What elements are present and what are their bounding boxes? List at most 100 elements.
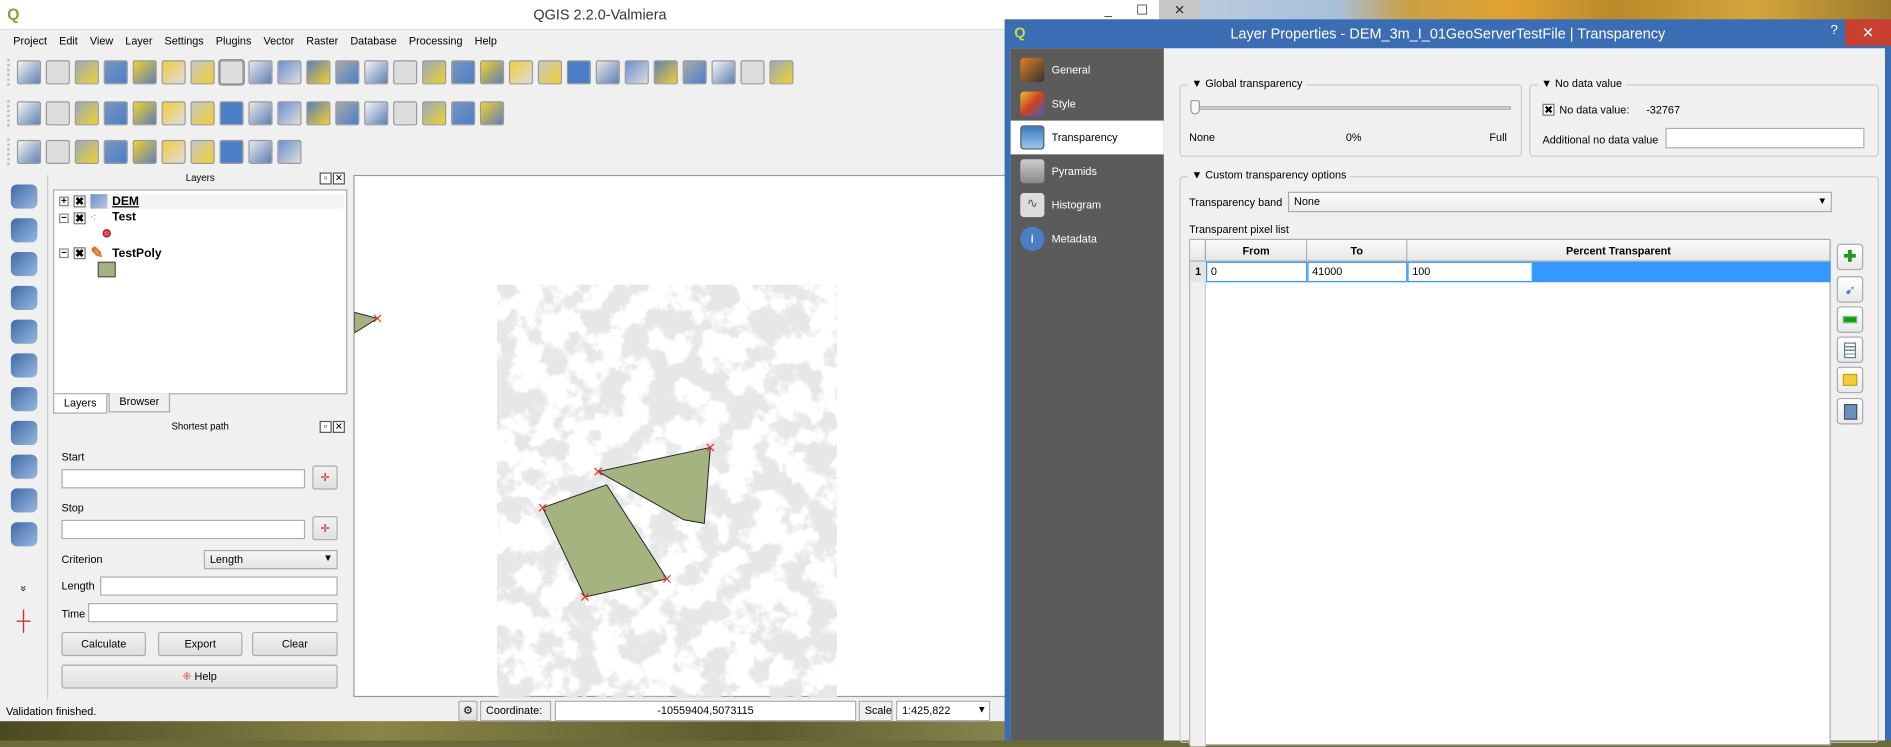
tab-browser[interactable]: Browser xyxy=(108,393,171,413)
criterion-select[interactable]: Length ▼ xyxy=(203,549,338,570)
new-spatialite-layer-icon[interactable] xyxy=(45,139,70,165)
toolbar-grip[interactable] xyxy=(7,138,12,166)
help-button[interactable]: ⁜ Help xyxy=(61,664,338,689)
render-toggle-button[interactable]: ⚙ xyxy=(458,700,478,722)
toolbar-grip[interactable] xyxy=(7,59,12,86)
add-mssql-layer-icon[interactable] xyxy=(10,319,37,344)
sidebar-item-metadata[interactable]: i Metadata xyxy=(1011,222,1164,256)
zoom-native-icon[interactable] xyxy=(335,60,360,85)
close-panel-icon[interactable]: ✕ xyxy=(332,420,345,433)
menu-database[interactable]: Database xyxy=(344,31,403,53)
add-delimited-layer-icon[interactable] xyxy=(16,139,42,165)
add-spatialite-layer-icon[interactable] xyxy=(10,285,37,310)
deselect-icon[interactable] xyxy=(624,60,649,85)
touch-zoom-icon[interactable] xyxy=(190,60,215,85)
dialog-close-button[interactable]: ✕ xyxy=(1845,19,1891,46)
move-label-icon[interactable] xyxy=(422,101,447,126)
stop-input[interactable] xyxy=(61,519,306,540)
toggle-editing-icon[interactable] xyxy=(16,101,42,126)
add-delimited-text-layer-icon[interactable] xyxy=(10,522,37,547)
copy-features-icon[interactable] xyxy=(248,101,273,126)
capture-stop-button[interactable]: ✛ xyxy=(312,516,338,541)
additional-no-data-input[interactable] xyxy=(1665,127,1865,149)
zoom-to-selection-icon[interactable] xyxy=(393,60,418,85)
toolbar-grip[interactable] xyxy=(7,100,12,127)
composer-1-icon[interactable] xyxy=(248,139,273,165)
menu-layer[interactable]: Layer xyxy=(119,31,158,53)
rotate-label-icon[interactable] xyxy=(451,101,476,126)
menu-help[interactable]: Help xyxy=(469,31,503,53)
identify-icon[interactable] xyxy=(537,60,562,85)
menu-edit[interactable]: Edit xyxy=(53,31,84,53)
menu-raster[interactable]: Raster xyxy=(300,31,344,53)
open-project-icon[interactable] xyxy=(45,60,70,85)
float-icon[interactable]: ▫ xyxy=(319,420,332,433)
sidebar-item-general[interactable]: General xyxy=(1011,53,1164,87)
composer-2-icon[interactable] xyxy=(277,139,302,165)
remove-value-button[interactable] xyxy=(1836,306,1864,333)
zoom-next-icon[interactable] xyxy=(479,60,505,85)
menu-vector[interactable]: Vector xyxy=(257,31,300,53)
add-oracle-layer-icon[interactable] xyxy=(10,353,37,378)
collapse-icon[interactable]: − xyxy=(59,212,69,223)
row-number[interactable]: 1 xyxy=(1190,261,1206,283)
expand-icon[interactable]: + xyxy=(59,196,69,207)
add-wcs-layer-icon[interactable] xyxy=(10,454,37,479)
pan-to-selection-icon[interactable] xyxy=(248,60,273,85)
cell-percent[interactable]: 100 xyxy=(1407,261,1533,283)
georeferencer-icon[interactable] xyxy=(219,139,244,165)
new-print-composer-icon[interactable] xyxy=(132,60,157,85)
zoom-to-layer-icon[interactable] xyxy=(422,60,447,85)
column-header-to[interactable]: To xyxy=(1307,239,1408,262)
composer-manager-icon[interactable] xyxy=(161,60,186,85)
layer-visibility-checkbox[interactable]: ✖ xyxy=(73,211,86,224)
layer-labeling-icon[interactable] xyxy=(335,101,360,126)
close-panel-icon[interactable]: ✕ xyxy=(332,172,345,185)
no-data-checkbox[interactable]: ✖ xyxy=(1542,103,1555,116)
export-button[interactable] xyxy=(1836,397,1864,425)
float-icon[interactable]: ▫ xyxy=(319,172,332,185)
label-icon[interactable] xyxy=(306,101,331,126)
zoom-in-icon[interactable] xyxy=(277,60,302,85)
length-output[interactable] xyxy=(100,576,338,596)
column-header-percent[interactable]: Percent Transparent xyxy=(1407,239,1831,262)
annotation-icon[interactable] xyxy=(769,60,794,85)
measure-icon[interactable] xyxy=(740,60,765,85)
layer-visibility-checkbox[interactable]: ✖ xyxy=(73,195,86,208)
collapse-icon[interactable]: − xyxy=(59,248,69,259)
sidebar-item-transparency[interactable]: Transparency xyxy=(1010,120,1164,155)
sidebar-item-pyramids[interactable]: Pyramids xyxy=(1011,154,1164,188)
clear-button[interactable]: Clear xyxy=(252,631,338,657)
start-input[interactable] xyxy=(61,469,306,489)
add-vector-layer-icon[interactable] xyxy=(10,184,37,209)
zoom-full-icon[interactable] xyxy=(364,60,389,85)
change-label-icon[interactable] xyxy=(479,101,505,126)
transparency-slider[interactable] xyxy=(1190,106,1512,110)
layer-item-testpoly[interactable]: − ✖ ✎ TestPoly xyxy=(59,244,162,263)
vector-tool-icon[interactable] xyxy=(161,139,186,165)
node-tool-icon[interactable] xyxy=(161,101,186,126)
menu-processing[interactable]: Processing xyxy=(403,31,469,53)
coordinate-field[interactable]: -10559404,5073115 xyxy=(554,700,857,722)
add-feature-icon[interactable] xyxy=(103,101,128,126)
time-output[interactable] xyxy=(88,603,338,623)
crosshair-icon[interactable]: ┼ xyxy=(17,611,31,633)
transparency-band-select[interactable]: None ▼ xyxy=(1288,191,1832,213)
add-postgis-layer-icon[interactable] xyxy=(10,252,37,277)
add-wfs-layer-icon[interactable] xyxy=(10,488,37,513)
calculate-button[interactable]: Calculate xyxy=(61,631,146,657)
vector-edit-icon[interactable] xyxy=(190,139,215,165)
action-icon[interactable] xyxy=(566,60,591,85)
paste-features-icon[interactable] xyxy=(277,101,302,126)
export-button[interactable]: Export xyxy=(157,631,243,657)
save-edits-icon[interactable] xyxy=(74,101,99,126)
expression-select-icon[interactable] xyxy=(653,60,678,85)
cut-features-icon[interactable] xyxy=(219,101,244,126)
menu-project[interactable]: Project xyxy=(7,31,53,53)
cell-to[interactable]: 41000 xyxy=(1307,261,1408,283)
add-sql-raster-layer-icon[interactable] xyxy=(10,387,37,412)
sidebar-item-style[interactable]: Style xyxy=(1011,87,1164,121)
attribute-table-icon[interactable] xyxy=(682,60,707,85)
save-project-icon[interactable] xyxy=(74,60,99,85)
add-wms-layer-icon[interactable] xyxy=(10,420,37,446)
